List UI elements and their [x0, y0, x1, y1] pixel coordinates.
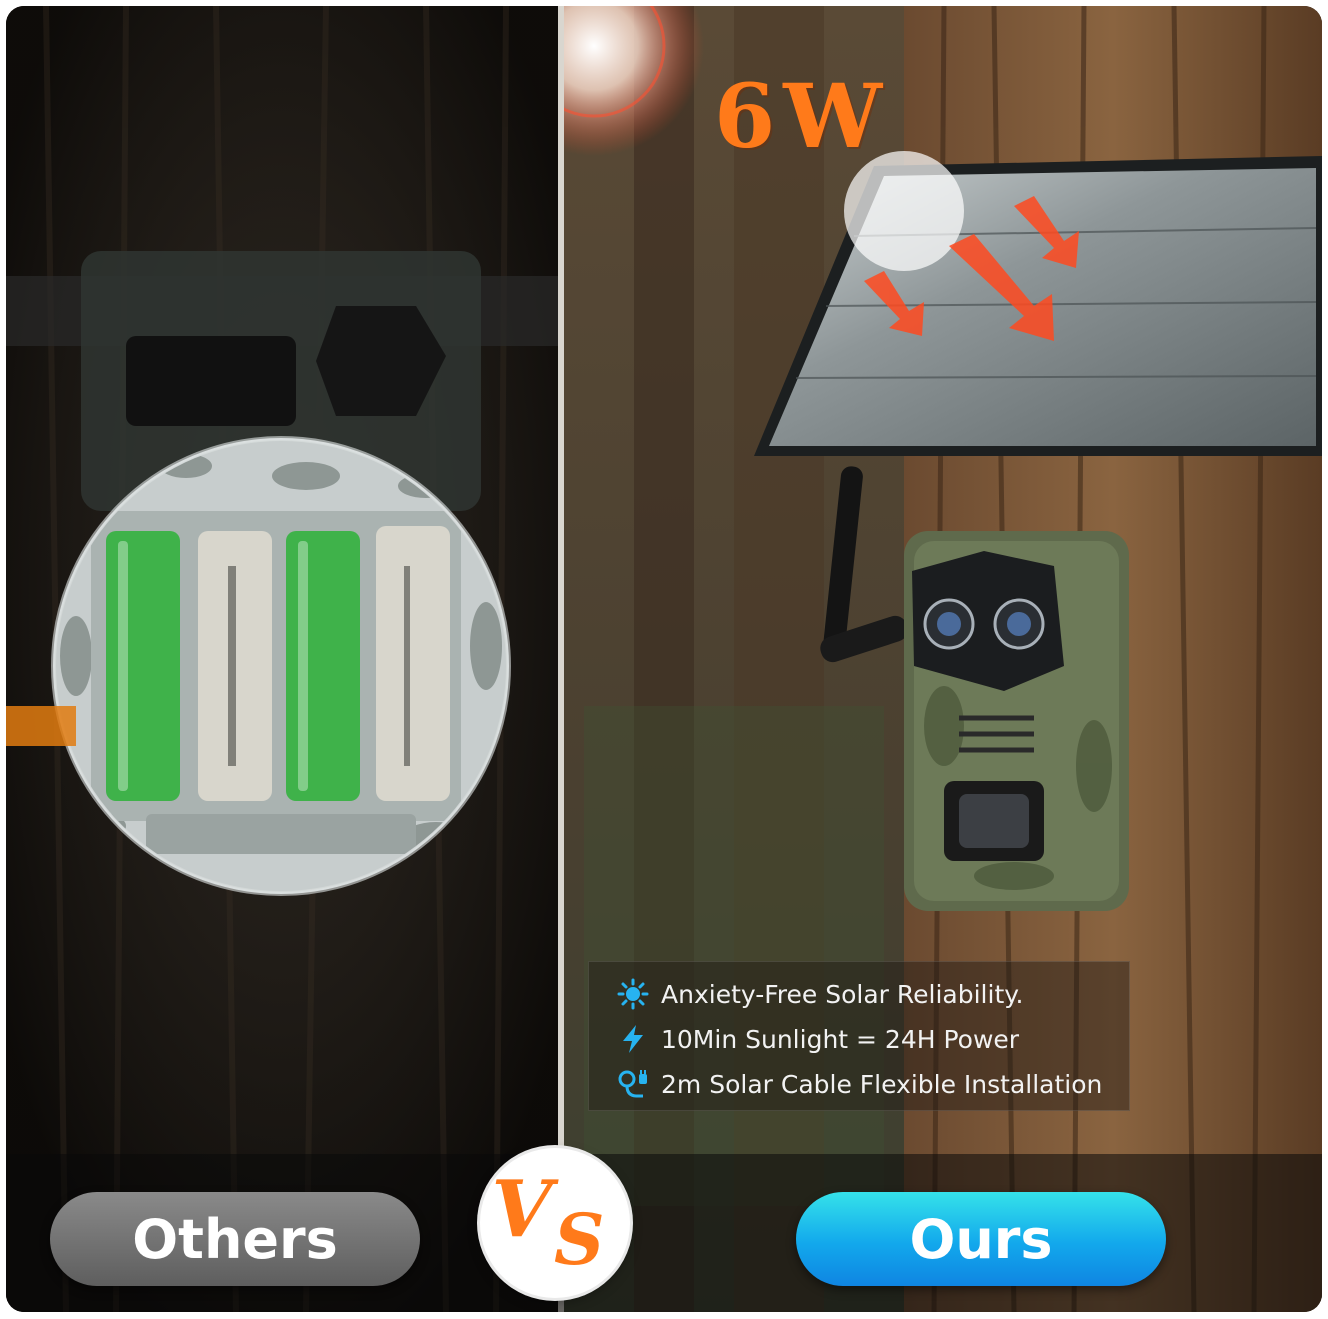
power-rating-label: 6W — [714, 64, 891, 168]
lightning-icon — [617, 1023, 649, 1055]
feature-item-cable: 2m Solar Cable Flexible Installation — [617, 1068, 1102, 1100]
ours-panel: 6W Anxiety-Free Solar Reliability. 10Min… — [564, 6, 1322, 1312]
plug-icon — [617, 1068, 649, 1100]
sun-icon — [617, 978, 649, 1010]
ours-label-button: Ours — [796, 1192, 1166, 1286]
feature-text-solar: Anxiety-Free Solar Reliability. — [661, 979, 1024, 1009]
vs-badge: V S — [480, 1148, 630, 1298]
feature-item-power: 10Min Sunlight = 24H Power — [617, 1023, 1019, 1055]
solar-camera-illustration — [564, 6, 1322, 1312]
feature-item-solar: Anxiety-Free Solar Reliability. — [617, 978, 1023, 1010]
feature-text-cable: 2m Solar Cable Flexible Installation — [661, 1069, 1103, 1099]
trail-camera — [904, 531, 1129, 911]
vs-letter-v: V — [491, 1163, 552, 1255]
vs-letter-s: S — [553, 1197, 605, 1281]
others-panel — [6, 6, 558, 1312]
battery-camera-illustration — [6, 6, 558, 1312]
battery-green-2 — [286, 531, 360, 801]
comparison-banner: 6W Anxiety-Free Solar Reliability. 10Min… — [6, 6, 1322, 1312]
feature-list: Anxiety-Free Solar Reliability. 10Min Su… — [588, 961, 1130, 1111]
feature-text-power: 10Min Sunlight = 24H Power — [661, 1024, 1020, 1054]
battery-white-2 — [376, 526, 450, 801]
others-label-button: Others — [50, 1192, 420, 1286]
battery-green-1 — [106, 531, 180, 801]
